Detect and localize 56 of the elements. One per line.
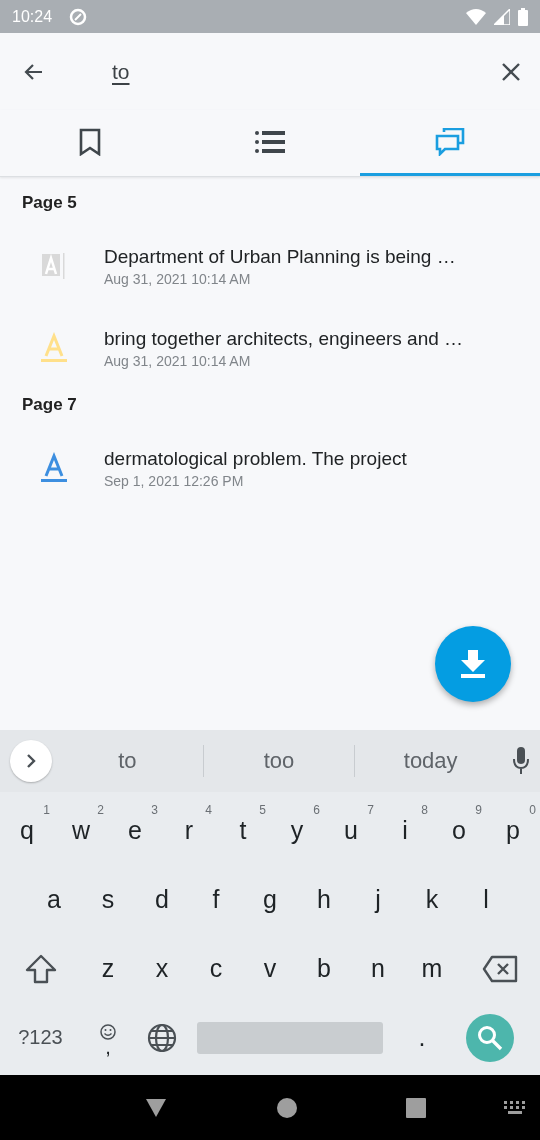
chevron-right-icon — [25, 753, 37, 769]
annotation-item[interactable]: Department of Urban Planning is being … Aug 31, 2021 10:14 AM — [0, 225, 540, 307]
symbols-key[interactable]: ?123 — [0, 1005, 81, 1070]
search-icon — [475, 1023, 504, 1052]
key[interactable]: g — [243, 867, 297, 932]
key[interactable]: m — [405, 936, 459, 1001]
recents-icon[interactable] — [406, 1097, 426, 1118]
download-button[interactable] — [435, 626, 511, 702]
key[interactable]: l — [459, 867, 513, 932]
comments-icon — [435, 127, 465, 156]
battery-icon — [518, 7, 528, 26]
key[interactable]: c — [189, 936, 243, 1001]
globe-icon — [147, 1022, 177, 1053]
close-icon — [500, 60, 522, 83]
search-field[interactable]: to — [112, 59, 494, 84]
period-key[interactable]: . — [395, 1005, 449, 1070]
key[interactable]: d — [135, 867, 189, 932]
page-heading: Page 7 — [21, 394, 78, 416]
wifi-icon — [466, 8, 486, 25]
backspace-icon — [481, 954, 518, 983]
emoji-icon — [99, 1022, 117, 1041]
status-time: 10:24 — [12, 7, 53, 26]
key[interactable]: f — [189, 867, 243, 932]
annotation-date: Sep 1, 2021 12:26 PM — [104, 472, 245, 489]
annotation-item[interactable]: dermatological problem. The project Sep 1, 2021 12:26 PM — [0, 427, 540, 509]
list-icon — [255, 129, 285, 154]
key[interactable]: b — [297, 936, 351, 1001]
key[interactable]: v — [243, 936, 297, 1001]
comma-key[interactable]: , — [81, 1005, 135, 1070]
keyboard-icon[interactable] — [504, 1101, 526, 1115]
annotation-item[interactable]: bring together architects, engineers and … Aug 31, 2021 10:14 AM — [0, 307, 540, 389]
signal-icon — [494, 8, 510, 25]
key[interactable]: a — [27, 867, 81, 932]
suggestion[interactable]: today — [355, 747, 506, 775]
microphone-icon[interactable] — [512, 747, 530, 775]
key[interactable]: j — [351, 867, 405, 932]
page-heading: Page 5 — [21, 192, 78, 214]
bookmark-icon — [78, 127, 102, 156]
key[interactable]: z — [81, 936, 135, 1001]
suggestion[interactable]: too — [203, 747, 355, 775]
notification-icon — [68, 6, 89, 27]
annotation-text: Department of Urban Planning is being … — [104, 245, 456, 268]
home-icon[interactable] — [276, 1096, 298, 1119]
annotation-date: Aug 31, 2021 10:14 AM — [104, 270, 252, 287]
key[interactable]: n — [351, 936, 405, 1001]
key[interactable]: x — [135, 936, 189, 1001]
annotation-text: dermatological problem. The project — [104, 447, 407, 470]
key[interactable]: h — [297, 867, 351, 932]
shift-icon — [24, 953, 57, 984]
key[interactable]: s — [81, 867, 135, 932]
annotation-date: Aug 31, 2021 10:14 AM — [104, 352, 252, 369]
annotation-text: bring together architects, engineers and … — [104, 327, 464, 350]
back-nav-icon[interactable] — [144, 1096, 168, 1119]
download-icon — [460, 650, 486, 678]
suggestion[interactable]: to — [52, 747, 203, 775]
key[interactable]: k — [405, 867, 459, 932]
